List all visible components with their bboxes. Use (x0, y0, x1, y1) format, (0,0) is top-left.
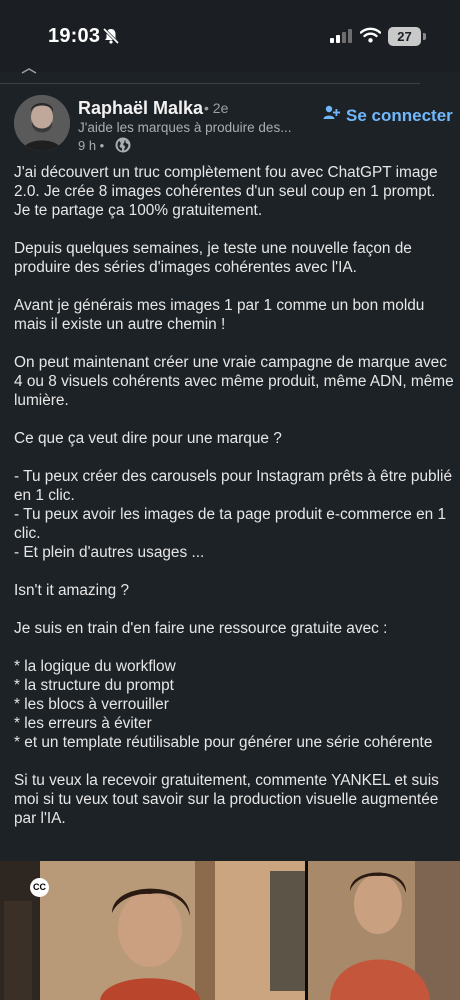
battery-nub (423, 33, 426, 40)
post-line: Avant je générais mes images 1 par 1 com… (14, 297, 425, 333)
bell-muted-icon (102, 27, 120, 50)
add-person-icon (322, 104, 340, 127)
divider (0, 83, 420, 84)
post-line: Ce que ça veut dire pour une marque ? (14, 430, 282, 447)
caption-badge[interactable]: CC (30, 878, 49, 897)
cellular-signal-icon (330, 29, 352, 48)
post-line: * la structure du prompt (14, 677, 174, 694)
post-line: Je suis en train d'en faire une ressourc… (14, 620, 388, 637)
scroll-remnant-icon (21, 68, 37, 74)
status-time: 19:03 (48, 25, 101, 47)
globe-icon (115, 137, 131, 158)
connection-degree: • 2e (204, 100, 229, 116)
post-line: - Et plein d'autres usages ... (14, 544, 205, 561)
post-line: - Tu peux avoir les images de ta page pr… (14, 506, 447, 542)
post-line: * et un template réutilisable pour génér… (14, 734, 433, 751)
post-line: * les erreurs à éviter (14, 715, 152, 732)
status-bar: 19:03 27 (0, 0, 460, 72)
post-image[interactable] (0, 861, 460, 1000)
connect-button[interactable]: Se connecter (322, 104, 453, 127)
author-avatar[interactable] (14, 95, 70, 151)
post-line: Si tu veux la recevoir gratuitement, com… (14, 772, 439, 827)
post-line: * la logique du workflow (14, 658, 176, 675)
wifi-icon (359, 27, 382, 48)
connect-label: Se connecter (346, 105, 453, 125)
post-line: Depuis quelques semaines, je teste une n… (14, 240, 412, 276)
post-line: - Tu peux créer des carousels pour Insta… (14, 468, 453, 504)
post-line: Isn't it amazing ? (14, 582, 130, 599)
author-name[interactable]: Raphaël Malka (78, 98, 203, 119)
battery-icon: 27 (388, 27, 421, 46)
post-line: On peut maintenant créer une vraie campa… (14, 354, 454, 409)
post-time: 9 h • (78, 138, 105, 153)
author-headline: J'aide les marques à produire des... (78, 120, 292, 135)
post-line: J'ai découvert un truc complètement fou … (14, 164, 438, 219)
post-body: J'ai découvert un truc complètement fou … (14, 163, 454, 828)
post-line: * les blocs à verrouiller (14, 696, 169, 713)
